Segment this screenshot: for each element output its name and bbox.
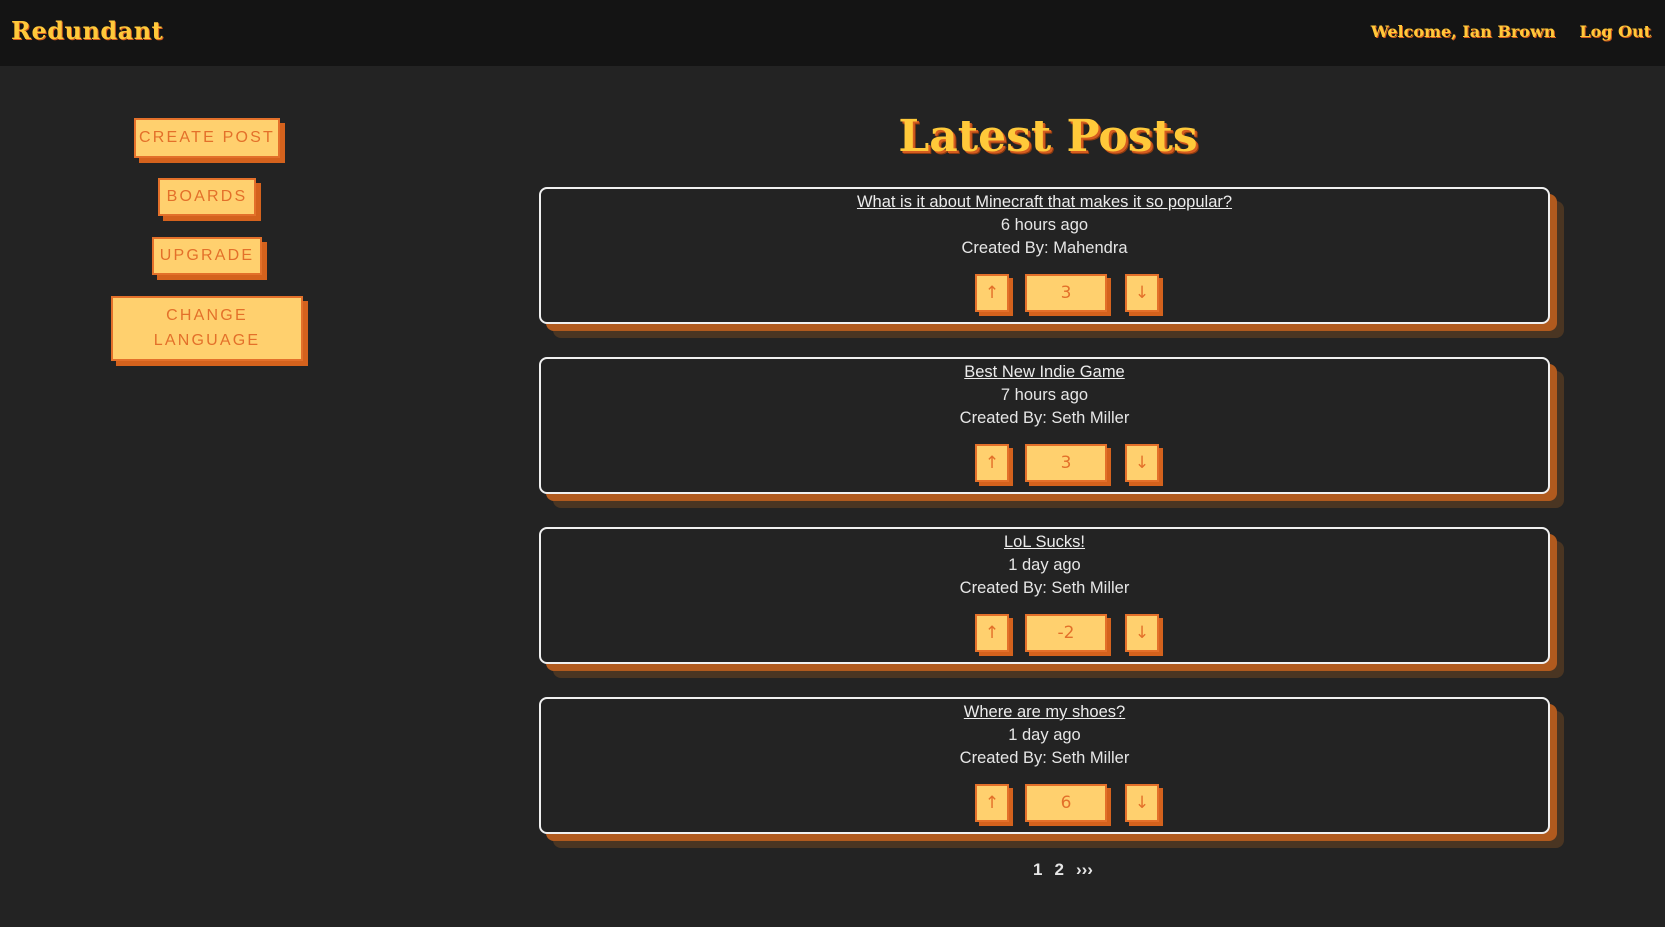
pagination: 1 2 ››› [1033,860,1093,880]
post-title-link[interactable]: Best New Indie Game [964,363,1125,382]
vote-score: 3 [1025,444,1107,482]
post-author: Created By: Seth Miller [959,749,1130,767]
upvote-button[interactable]: ↑ [975,444,1009,482]
change-language-button[interactable]: CHANGE LANGUAGE [111,296,303,361]
upvote-button[interactable]: ↑ [975,784,1009,822]
post-author: Created By: Mahendra [961,239,1128,257]
vote-controls: ↑ 3 ↓ [541,444,1548,484]
upvote-button[interactable]: ↑ [975,614,1009,652]
vote-score: -2 [1025,614,1107,652]
page-2-link[interactable]: 2 [1054,860,1063,880]
user-nav: Welcome, Ian Brown Log Out [1371,22,1651,41]
vote-controls: ↑ 6 ↓ [541,784,1548,824]
boards-button[interactable]: BOARDS [158,178,256,216]
vote-controls: ↑ -2 ↓ [541,614,1548,654]
post-timestamp: 7 hours ago [1000,386,1089,404]
logout-link[interactable]: Log Out [1579,22,1651,41]
post-card: LoL Sucks! 1 day ago Created By: Seth Mi… [539,527,1550,664]
post-timestamp: 6 hours ago [1000,216,1089,234]
post-title-link[interactable]: What is it about Minecraft that makes it… [857,193,1232,212]
page-title: Latest Posts [898,111,1198,162]
post-author: Created By: Seth Miller [959,409,1130,427]
vote-score: 3 [1025,274,1107,312]
downvote-button[interactable]: ↓ [1125,274,1159,312]
welcome-link[interactable]: Welcome, Ian Brown [1371,22,1556,41]
create-post-button[interactable]: CREATE POST [134,118,280,158]
boards-label: BOARDS [166,188,248,205]
post-timestamp: 1 day ago [1008,726,1081,744]
upvote-button[interactable]: ↑ [975,274,1009,312]
downvote-button[interactable]: ↓ [1125,444,1159,482]
downvote-button[interactable]: ↓ [1125,784,1159,822]
post-title-link[interactable]: LoL Sucks! [1004,533,1085,552]
post-card: Where are my shoes? 1 day ago Created By… [539,697,1550,834]
top-navbar: Redundant Welcome, Ian Brown Log Out [0,0,1665,66]
post-card: What is it about Minecraft that makes it… [539,187,1550,324]
vote-controls: ↑ 3 ↓ [541,274,1548,314]
upgrade-button[interactable]: UPGRADE [152,237,262,275]
post-card: Best New Indie Game 7 hours ago Created … [539,357,1550,494]
post-timestamp: 1 day ago [1008,556,1081,574]
change-language-label-line2: LANGUAGE [153,332,261,349]
post-author: Created By: Seth Miller [959,579,1130,597]
page-1-link[interactable]: 1 [1033,860,1042,880]
change-language-label-line1: CHANGE [166,307,248,324]
next-page-link[interactable]: ››› [1076,860,1093,880]
brand-logo[interactable]: Redundant [11,16,163,45]
create-post-label: CREATE POST [139,129,275,146]
vote-score: 6 [1025,784,1107,822]
upgrade-label: UPGRADE [159,247,255,264]
downvote-button[interactable]: ↓ [1125,614,1159,652]
post-title-link[interactable]: Where are my shoes? [964,703,1125,722]
